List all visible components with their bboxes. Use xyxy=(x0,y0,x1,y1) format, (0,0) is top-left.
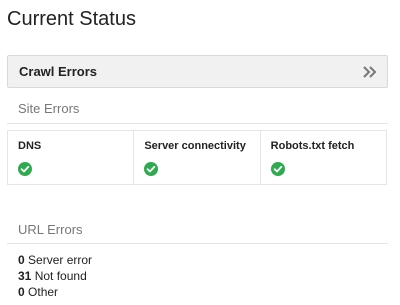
site-error-label: DNS xyxy=(18,140,42,152)
url-error-count: 0 xyxy=(18,285,25,299)
site-errors-grid: DNS Server connectivity Robots.txt fetch xyxy=(7,130,387,185)
site-error-robots-txt-fetch[interactable]: Robots.txt fetch xyxy=(261,131,386,184)
url-error-server-error[interactable]: 0 Server error xyxy=(18,252,92,268)
url-error-other[interactable]: 0 Other xyxy=(18,284,92,300)
check-circle-icon xyxy=(18,162,32,176)
url-errors-list: 0 Server error 31 Not found 0 Other xyxy=(18,252,92,300)
site-error-label: Robots.txt fetch xyxy=(270,140,355,152)
crawl-errors-label: Crawl Errors xyxy=(19,64,98,79)
url-error-label: Not found xyxy=(34,269,87,283)
current-status-page: Current Status Crawl Errors Site Errors … xyxy=(0,0,400,305)
url-error-count: 31 xyxy=(18,269,32,283)
divider xyxy=(7,243,388,244)
check-circle-icon xyxy=(270,162,285,176)
page-title: Current Status xyxy=(7,8,136,30)
site-errors-label: Site Errors xyxy=(18,101,80,116)
url-error-not-found[interactable]: 31 Not found xyxy=(18,268,92,284)
check-circle-icon xyxy=(144,162,159,176)
url-error-label: Other xyxy=(28,285,59,299)
site-error-label: Server connectivity xyxy=(144,140,246,152)
url-error-count: 0 xyxy=(18,253,25,267)
double-chevron-right-icon[interactable] xyxy=(361,63,379,81)
url-error-label: Server error xyxy=(28,253,93,267)
site-error-dns[interactable]: DNS xyxy=(8,131,135,184)
divider xyxy=(7,123,388,124)
url-errors-label: URL Errors xyxy=(18,222,83,237)
site-error-server-connectivity[interactable]: Server connectivity xyxy=(134,131,261,184)
crawl-errors-header[interactable]: Crawl Errors xyxy=(7,55,388,88)
